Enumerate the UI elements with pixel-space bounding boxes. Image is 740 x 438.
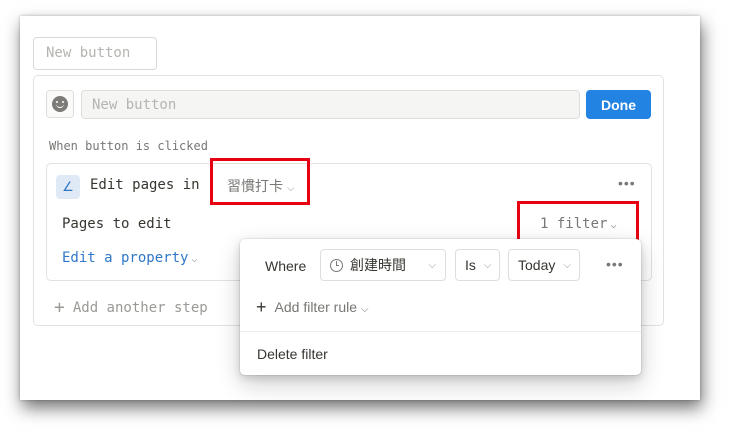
popup-divider	[240, 331, 641, 332]
chevron-down-icon: ⌵	[287, 183, 295, 194]
chevron-down-icon: ⌵	[610, 220, 617, 231]
plus-icon: +	[256, 297, 267, 317]
edit-property-label: Edit a property	[62, 250, 189, 266]
chevron-down-icon: ⌵	[563, 259, 571, 271]
filter-operator-select[interactable]: Is ⌵	[455, 249, 500, 281]
add-step-label: Add another step	[72, 300, 208, 316]
database-selector[interactable]: 習慣打卡 ⌵	[227, 176, 295, 196]
emoji-picker-button[interactable]	[46, 90, 74, 118]
database-name: 習慣打卡	[227, 179, 283, 195]
trigger-label: When button is clicked	[49, 139, 208, 153]
edit-pencil-icon: ∠	[56, 175, 80, 199]
filter-count-label: 1 filter	[540, 216, 608, 232]
filter-property-select[interactable]: 創建時間 ⌵	[320, 249, 446, 281]
filter-value-select[interactable]: Today ⌵	[508, 249, 580, 281]
edit-property-button[interactable]: Edit a property ⌵	[62, 250, 197, 266]
step-title: Edit pages in	[90, 177, 200, 193]
pages-to-edit-label: Pages to edit	[62, 216, 172, 232]
chevron-down-icon: ⌵	[361, 304, 369, 315]
button-name-input[interactable]	[81, 90, 580, 119]
plus-icon: +	[54, 297, 65, 318]
filter-value-text: Today	[518, 257, 556, 273]
chevron-down-icon: ⌵	[483, 259, 492, 271]
filter-more-icon[interactable]: •••	[606, 256, 624, 272]
new-button-preview[interactable]: New button	[33, 37, 157, 70]
step-more-icon[interactable]: •••	[618, 175, 636, 191]
filter-operator-value: Is	[465, 257, 476, 273]
filter-property-value: 創建時間	[350, 258, 406, 274]
where-label: Where	[265, 258, 307, 274]
done-button[interactable]: Done	[586, 90, 651, 119]
delete-filter-button[interactable]: Delete filter	[257, 346, 328, 362]
clock-icon	[330, 258, 343, 272]
smiley-icon	[52, 96, 68, 112]
add-another-step-button[interactable]: + Add another step	[54, 296, 208, 318]
filter-button[interactable]: 1 filter ⌵	[540, 216, 616, 232]
filter-popup: Where 創建時間 ⌵ Is ⌵ Today ⌵ ••• + Add filte…	[240, 239, 641, 375]
add-filter-rule-label: Add filter rule	[274, 299, 357, 315]
chevron-down-icon: ⌵	[191, 254, 198, 265]
add-filter-rule-button[interactable]: + Add filter rule ⌵	[256, 296, 369, 317]
chevron-down-icon: ⌵	[428, 259, 436, 271]
